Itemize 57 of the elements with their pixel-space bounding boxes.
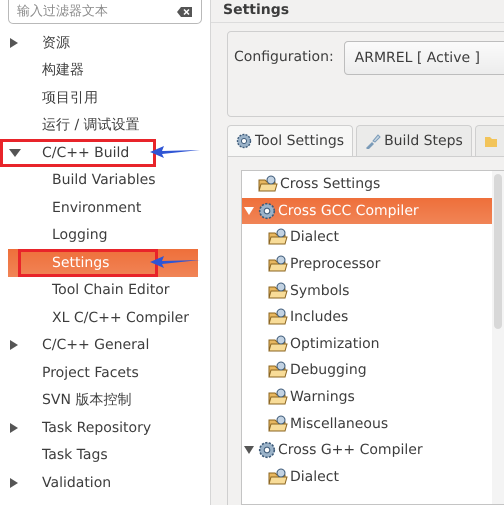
configuration-label: Configuration: xyxy=(234,48,334,67)
tree-item[interactable]: 资源 xyxy=(0,29,74,56)
folder-icon xyxy=(268,255,288,274)
tree-item[interactable]: Logging xyxy=(0,222,112,249)
tab[interactable]: Build Steps xyxy=(356,125,472,156)
tree-item[interactable]: Project Facets xyxy=(0,359,143,386)
tree-item[interactable]: Miscellaneous xyxy=(242,410,492,437)
annotation-arrow xyxy=(150,255,200,269)
folder-icon xyxy=(268,388,288,406)
tree-item[interactable]: Dialect xyxy=(242,464,492,490)
clear-icon[interactable] xyxy=(177,6,193,18)
tree-item[interactable]: Dialect xyxy=(242,224,492,251)
tree-item[interactable]: Task Tags xyxy=(0,442,112,469)
expand-icon[interactable] xyxy=(9,476,19,489)
folder-icon xyxy=(258,175,278,194)
tree-item[interactable]: Includes xyxy=(242,304,492,331)
tree-item[interactable]: 构建器 xyxy=(0,56,88,84)
expand-icon[interactable] xyxy=(9,422,19,434)
tree-item[interactable]: 运行 / 调试设置 xyxy=(0,112,144,139)
tree-item[interactable]: Preprocessor xyxy=(242,250,492,278)
folder-icon xyxy=(268,414,288,433)
annotation-arrow xyxy=(150,145,200,159)
folder-icon xyxy=(268,308,288,326)
configuration-dropdown[interactable]: ARMREL [ Active ] xyxy=(344,41,504,75)
collapse-icon[interactable] xyxy=(9,148,21,158)
tab[interactable]: Tool Settings xyxy=(227,125,354,156)
gear-icon xyxy=(236,133,252,149)
tree-item[interactable]: Environment xyxy=(0,194,146,222)
folder-icon xyxy=(268,361,288,380)
gear-icon xyxy=(258,441,276,460)
tree-item[interactable]: Warnings xyxy=(242,384,492,410)
tree-item[interactable]: Cross G++ Compiler xyxy=(242,436,492,464)
tree-item[interactable]: Tool Chain Editor xyxy=(0,276,174,304)
tree-item[interactable]: Validation xyxy=(0,469,116,496)
tree-item[interactable]: SVN 版本控制 xyxy=(0,386,136,414)
tree-item[interactable]: Optimization xyxy=(242,330,492,358)
tree-item[interactable]: Symbols xyxy=(242,277,492,304)
expand-icon[interactable] xyxy=(9,339,19,352)
tree-item[interactable]: C/C++ Build xyxy=(0,139,134,166)
scrollbar-thumb[interactable] xyxy=(494,174,502,329)
brush-icon xyxy=(365,133,382,149)
folder-icon xyxy=(268,228,288,246)
folder-icon xyxy=(268,282,288,300)
expand-icon[interactable] xyxy=(9,36,19,49)
collapse-icon[interactable] xyxy=(244,446,254,454)
tree-item[interactable]: Debugging xyxy=(242,357,492,384)
tree-item[interactable]: XL C/C++ Compiler xyxy=(0,304,194,332)
folder-icon xyxy=(268,468,288,486)
tree-item[interactable]: C/C++ General xyxy=(0,332,154,359)
filter-field[interactable]: 输入过滤器文本 xyxy=(8,0,202,24)
page-title: Settings xyxy=(211,0,504,23)
tree-item[interactable]: Task Repository xyxy=(0,414,156,442)
folder-icon xyxy=(268,334,288,353)
tree-item[interactable]: Build Variables xyxy=(0,166,160,194)
tree-item[interactable]: Cross Settings xyxy=(242,171,492,198)
tree-item[interactable]: 项目引用 xyxy=(0,84,102,112)
gear-icon xyxy=(258,202,276,220)
